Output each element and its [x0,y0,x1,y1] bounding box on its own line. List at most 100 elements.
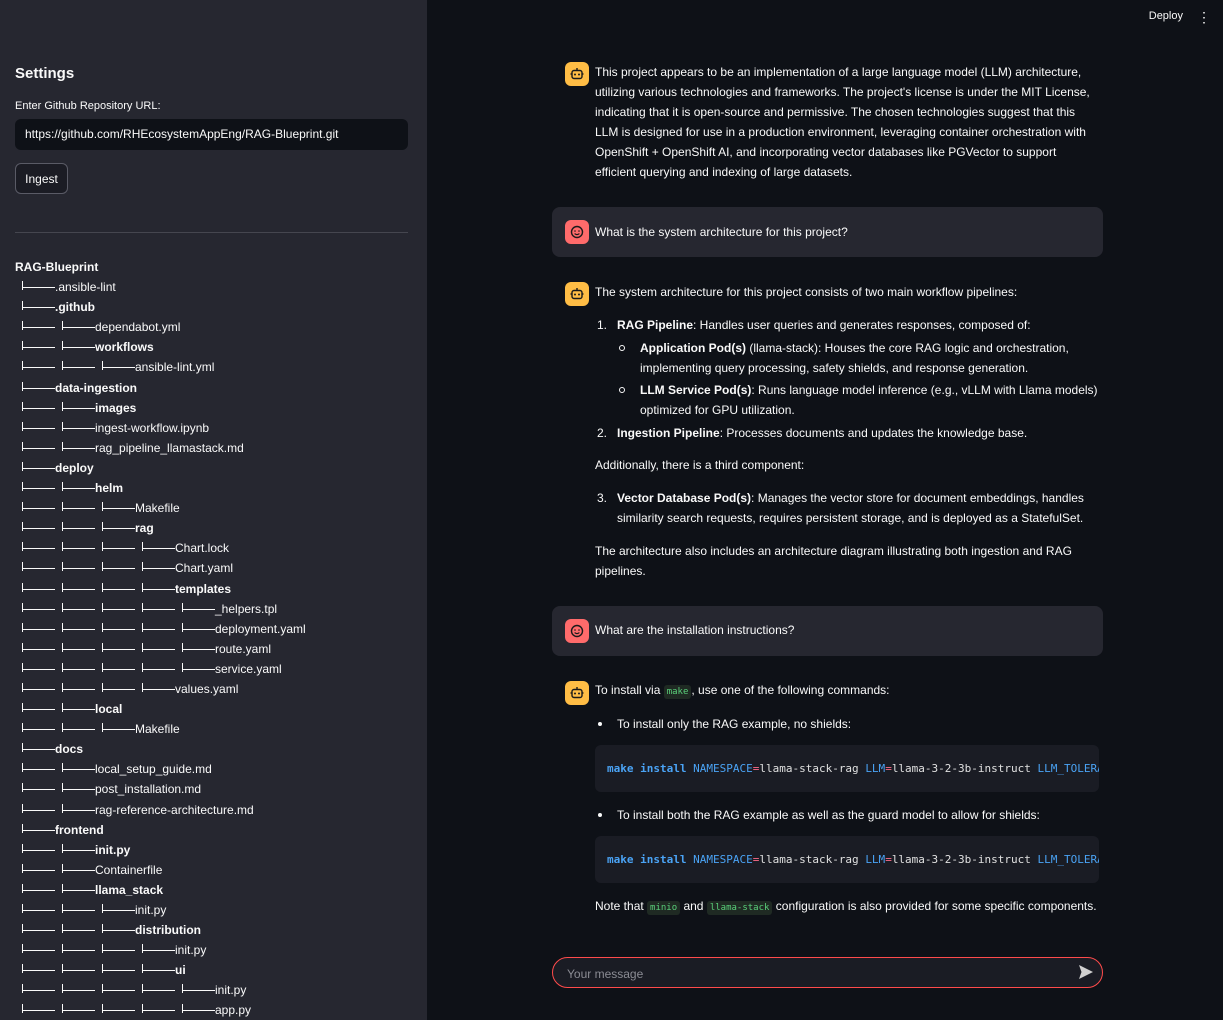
tree-branch-glyph [62,703,63,713]
tree-branch-line [63,869,95,871]
tree-item-label: RAG-Blueprint [15,260,99,274]
tree-branch-glyph [22,441,23,451]
tree-branch-glyph [62,763,63,773]
tree-branch-glyph [142,642,143,652]
code-block[interactable]: make install NAMESPACE=llama-stack-rag L… [595,836,1099,883]
tree-item-label: helm [95,481,124,496]
tree-branch-glyph [22,602,23,612]
send-icon[interactable] [1076,963,1096,983]
tree-branch-glyph [142,602,143,612]
tree-branch-glyph [102,662,103,672]
tree-branch-glyph [22,662,23,672]
tree-branch-line [103,990,135,992]
tree-branch-line [143,628,175,630]
tree-branch-glyph [142,662,143,672]
tree-branch-line [23,628,55,630]
tree-item: workflows [15,337,415,357]
tree-item: _helpers.tpl [15,599,415,619]
tree-item-label: Makefile [135,722,180,737]
tree-item-label: local [95,702,123,717]
tree-branch-line [183,1010,215,1012]
tree-item-label: service.yaml [215,661,282,676]
tree-item: helm [15,478,415,498]
tree-branch-line [103,970,135,972]
tree-branch-line [63,729,95,731]
list-item: 1. RAG Pipeline: Handles user queries an… [597,318,1031,332]
inline-code: llama-stack [706,901,773,915]
tree-branch-line [63,628,95,630]
tree-branch-line [103,688,135,690]
repo-url-input[interactable]: https://github.com/RHEcosystemAppEng/RAG… [15,119,408,150]
answer-intro: The system architecture for this project… [595,285,1018,299]
tree-item: frontend [15,820,415,840]
tree-branch-glyph [62,421,63,431]
inline-code: minio [647,901,681,915]
tree-branch-line [23,548,55,550]
tree-branch-glyph [62,783,63,793]
tree-branch-glyph [102,924,103,934]
tree-branch-glyph [102,361,103,371]
tree-branch-glyph [142,562,143,572]
tree-item-label: rag_pipeline_llamastack.md [95,440,244,455]
tree-branch-glyph [22,582,23,592]
message-text: To install via make, use one of the foll… [595,680,1099,918]
tree-branch-glyph [62,441,63,451]
inline-code: make [663,685,692,699]
tree-item: .ansible-lint [15,277,415,297]
tree-branch-glyph [102,723,103,733]
tree-item-label: docs [55,742,84,757]
ingest-button[interactable]: Ingest [15,163,68,194]
tree-branch-glyph [62,924,63,934]
tree-branch-glyph [102,964,103,974]
tree-branch-glyph [22,401,23,411]
tree-branch-line [23,688,55,690]
deploy-button[interactable]: Deploy [1149,10,1183,22]
tree-branch-line [63,789,95,791]
tree-branch-line [103,729,135,731]
tree-branch-glyph [22,843,23,853]
tree-branch-line [23,387,55,389]
tree-branch-glyph [182,984,183,994]
tree-branch-glyph [102,984,103,994]
tree-branch-glyph [22,783,23,793]
tree-item: deploy [15,458,415,478]
tree-branch-glyph [62,904,63,913]
tree-branch-line [143,990,175,992]
tree-branch-line [103,950,135,952]
assistant-message: To install via make, use one of the foll… [552,680,1103,925]
tree-item-label: Makefile [135,501,180,516]
tree-branch-line [63,528,95,530]
tree-branch-line [143,950,175,952]
message-text: What are the installation instructions? [595,623,795,637]
tree-item-label: init.py [175,943,207,958]
main-menu-icon[interactable]: ⋮ [1197,9,1211,25]
main-area: Deploy ⋮ This project appears to be an i… [427,0,1223,1020]
tree-branch-line [63,508,95,510]
answer-intro: To install via make, use one of the foll… [595,683,890,699]
tree-branch-glyph [102,1004,103,1014]
sub-list-item: Application Pod(s) (llama-stack): Houses… [595,338,1099,378]
tree-branch-line [23,950,55,952]
tree-item-label: llama_stack [95,882,164,897]
code-block[interactable]: make install NAMESPACE=llama-stack-rag L… [595,745,1099,792]
tree-branch-line [63,809,95,811]
tree-branch-line [23,910,55,911]
tree-branch-line [23,809,55,811]
chat-message-input[interactable] [565,958,1069,989]
tree-item: Makefile [15,719,415,739]
tree-branch-glyph [62,361,63,371]
tree-item: local_setup_guide.md [15,759,415,779]
tree-branch-glyph [182,602,183,612]
tree-branch-glyph [182,662,183,672]
tree-branch-line [23,749,55,751]
tree-item-label: Chart.lock [175,541,230,556]
tree-branch-glyph [102,542,103,552]
answer-paragraph: Note that minio and llama-stack configur… [595,899,1097,915]
tree-branch-line [23,327,55,329]
assistant-avatar-icon [565,681,589,705]
tree-branch-line [103,648,135,650]
tree-branch-line [23,588,55,590]
tree-branch-line [23,849,55,851]
tree-item-label: rag [135,521,154,536]
tree-item-label: dependabot.yml [95,320,181,335]
